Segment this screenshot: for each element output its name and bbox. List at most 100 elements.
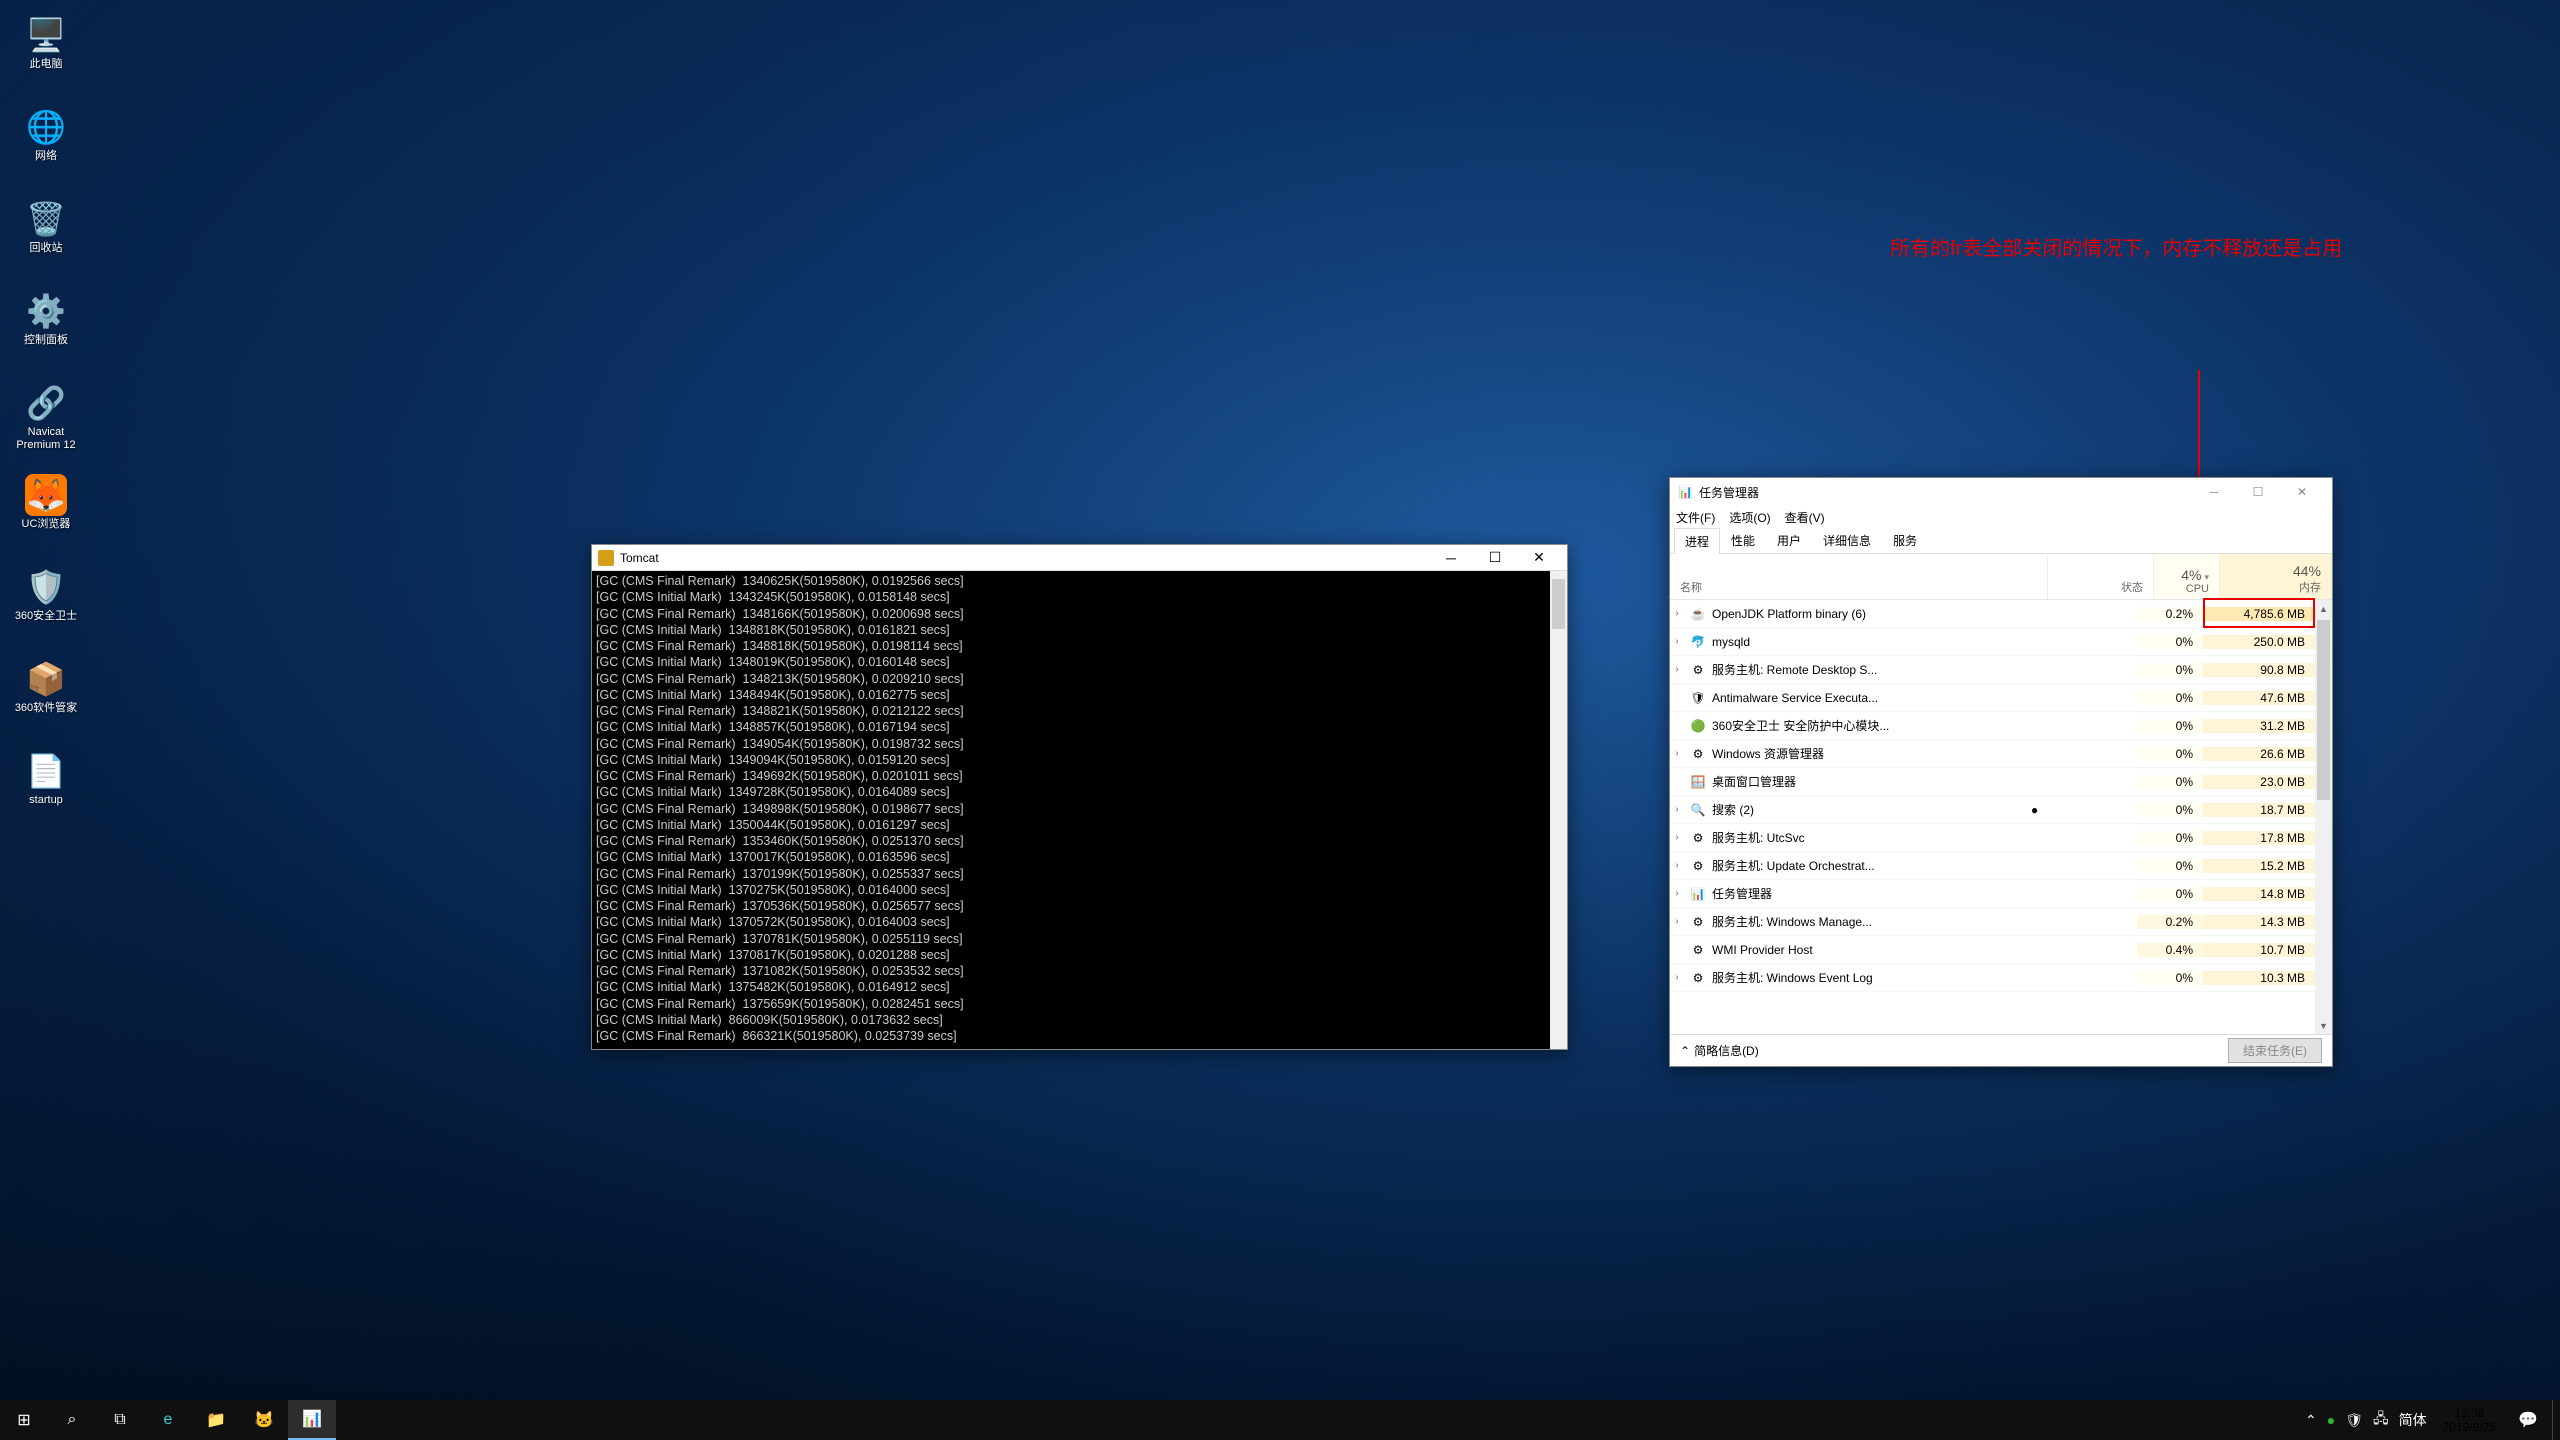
ucbrowser-icon: 🦊 [25,474,67,516]
scroll-up[interactable]: ▲ [2315,600,2332,617]
expand-icon[interactable]: › [1670,804,1684,815]
process-row[interactable]: 🛡Antimalware Service Executa...0%47.6 MB [1670,684,2315,712]
process-name: OpenJDK Platform binary (6) [1712,607,2031,621]
menu-file[interactable]: 文件(F) [1676,509,1715,526]
desktop-icon-navicat[interactable]: 🔗Navicat Premium 12 [10,378,82,464]
process-row[interactable]: ›⚙服务主机: Windows Event Log0%10.3 MB [1670,964,2315,992]
taskmgr-titlebar[interactable]: 📊 任务管理器 ─ ☐ ✕ [1670,478,2332,506]
desktop-icon-recyclebin[interactable]: 🗑️回收站 [10,194,82,280]
desktop-icon-startup[interactable]: 📄startup [10,746,82,832]
process-name: 服务主机: Update Orchestrat... [1712,857,2031,874]
process-memory: 250.0 MB [2203,635,2315,649]
tab-details[interactable]: 详细信息 [1812,527,1882,553]
tab-users[interactable]: 用户 [1766,527,1812,553]
col-name[interactable]: 名称 [1670,554,2048,599]
process-name: 服务主机: Windows Manage... [1712,913,2031,930]
expand-icon[interactable]: › [1670,832,1684,843]
taskmgr-scrollbar[interactable]: ▲ ▼ [2315,600,2332,1034]
col-status[interactable]: 状态 [2048,554,2154,599]
process-row[interactable]: ›🐬mysqld0%250.0 MB [1670,628,2315,656]
expand-icon[interactable]: › [1670,664,1684,675]
process-row[interactable]: ›⚙Windows 资源管理器0%26.6 MB [1670,740,2315,768]
tray-network-icon[interactable]: 🖧 [2373,1408,2389,1432]
expand-icon[interactable]: › [1670,636,1684,647]
process-row[interactable]: ›☕OpenJDK Platform binary (6)0.2%4,785.6… [1670,600,2315,628]
taskmgr-icon: 📊 [1678,485,1693,499]
end-task-button[interactable]: 结束任务(E) [2228,1038,2322,1063]
notification-button[interactable]: 💬 [2504,1400,2552,1440]
console-scrollbar[interactable] [1550,571,1567,1049]
process-status: ● [2031,803,2137,817]
process-icon: ⚙ [1690,858,1706,874]
tomcat-titlebar[interactable]: Tomcat ─ ☐ ✕ [592,545,1567,571]
taskbar-clock[interactable]: 13:38 2019/9/25 [2435,1406,2504,1435]
maximize-button[interactable]: ☐ [1473,546,1517,570]
process-row[interactable]: ›⚙服务主机: Remote Desktop S...0%90.8 MB [1670,656,2315,684]
taskmgr-menubar: 文件(F) 选项(O) 查看(V) [1670,506,2332,528]
process-cpu: 0% [2137,859,2203,873]
process-memory: 23.0 MB [2203,775,2315,789]
process-row[interactable]: ›⚙服务主机: Update Orchestrat...0%15.2 MB [1670,852,2315,880]
desktop-icon-360soft[interactable]: 📦360软件管家 [10,654,82,740]
start-button[interactable]: ⊞ [0,1400,48,1440]
process-row[interactable]: ›📊任务管理器0%14.8 MB [1670,880,2315,908]
process-row[interactable]: ⚙WMI Provider Host0.4%10.7 MB [1670,936,2315,964]
search-button[interactable]: ⌕ [48,1400,96,1440]
process-cpu: 0.2% [2137,915,2203,929]
col-memory[interactable]: 44%内存 [2220,554,2332,599]
menu-options[interactable]: 选项(O) [1729,509,1770,526]
desktop-icon-360safe[interactable]: 🛡️360安全卫士 [10,562,82,648]
tray-360-icon[interactable]: ● [2327,1412,2335,1428]
tray-chevron-icon[interactable]: ⌃ [2305,1412,2317,1429]
expand-icon[interactable]: › [1670,888,1684,899]
process-row[interactable]: 🟢360安全卫士 安全防护中心模块...0%31.2 MB [1670,712,2315,740]
expand-icon[interactable]: › [1670,972,1684,983]
minimize-button[interactable]: ─ [1429,546,1473,570]
expand-icon[interactable]: › [1670,916,1684,927]
taskview-button[interactable]: ⧉ [96,1400,144,1440]
process-cpu: 0% [2137,747,2203,761]
tab-performance[interactable]: 性能 [1720,527,1766,553]
scroll-down[interactable]: ▼ [2315,1017,2332,1034]
tray-shield-icon[interactable]: 🛡 [2345,1412,2363,1429]
process-row[interactable]: ›⚙服务主机: UtcSvc0%17.8 MB [1670,824,2315,852]
minimize-button[interactable]: ─ [2192,480,2236,504]
taskbar-explorer[interactable]: 📁 [192,1400,240,1440]
chevron-up-icon: ⌃ [1680,1044,1690,1058]
expand-icon[interactable]: › [1670,608,1684,619]
close-button[interactable]: ✕ [2280,480,2324,504]
scrollbar-thumb[interactable] [2317,620,2330,800]
tab-processes[interactable]: 进程 [1674,528,1720,554]
maximize-button[interactable]: ☐ [2236,480,2280,504]
tomcat-console[interactable]: [GC (CMS Final Remark) 1340625K(5019580K… [592,571,1567,1049]
desktop-icon-controlpanel[interactable]: ⚙️控制面板 [10,286,82,372]
desktop-icon-network[interactable]: 🌐网络 [10,102,82,188]
process-icon: ☕ [1690,606,1706,622]
expand-icon[interactable]: › [1670,748,1684,759]
desktop-icon-computer[interactable]: 🖥️此电脑 [10,10,82,96]
clock-time: 13:38 [2443,1406,2496,1420]
taskbar-taskmgr[interactable]: 📊 [288,1400,336,1440]
computer-icon: 🖥️ [25,14,67,56]
process-name: Windows 资源管理器 [1712,745,2031,762]
scrollbar-thumb[interactable] [1552,579,1565,629]
process-memory: 4,785.6 MB [2203,607,2315,621]
process-row[interactable]: ›🔍搜索 (2)●0%18.7 MB [1670,796,2315,824]
process-row[interactable]: ›⚙服务主机: Windows Manage...0.2%14.3 MB [1670,908,2315,936]
process-row[interactable]: 🪟桌面窗口管理器0%23.0 MB [1670,768,2315,796]
tomcat-icon [598,550,614,566]
fewer-details-button[interactable]: ⌃简略信息(D) [1680,1042,2228,1059]
tray-ime-icon[interactable]: 简体 [2399,1410,2427,1430]
menu-view[interactable]: 查看(V) [1785,509,1825,526]
close-button[interactable]: ✕ [1517,546,1561,570]
process-cpu: 0% [2137,719,2203,733]
process-name: 服务主机: Windows Event Log [1712,969,2031,986]
col-cpu[interactable]: 4%▾CPU [2154,554,2220,599]
show-desktop-button[interactable] [2552,1400,2560,1440]
taskbar-ie[interactable]: e [144,1400,192,1440]
process-list: 名称 状态 4%▾CPU 44%内存 › ☕ OpenJDK Platform bi… [1670,554,2332,1034]
taskbar-tomcat[interactable]: 🐱 [240,1400,288,1440]
expand-icon[interactable]: › [1670,860,1684,871]
desktop-icon-ucbrowser[interactable]: 🦊UC浏览器 [10,470,82,556]
tab-services[interactable]: 服务 [1882,527,1928,553]
